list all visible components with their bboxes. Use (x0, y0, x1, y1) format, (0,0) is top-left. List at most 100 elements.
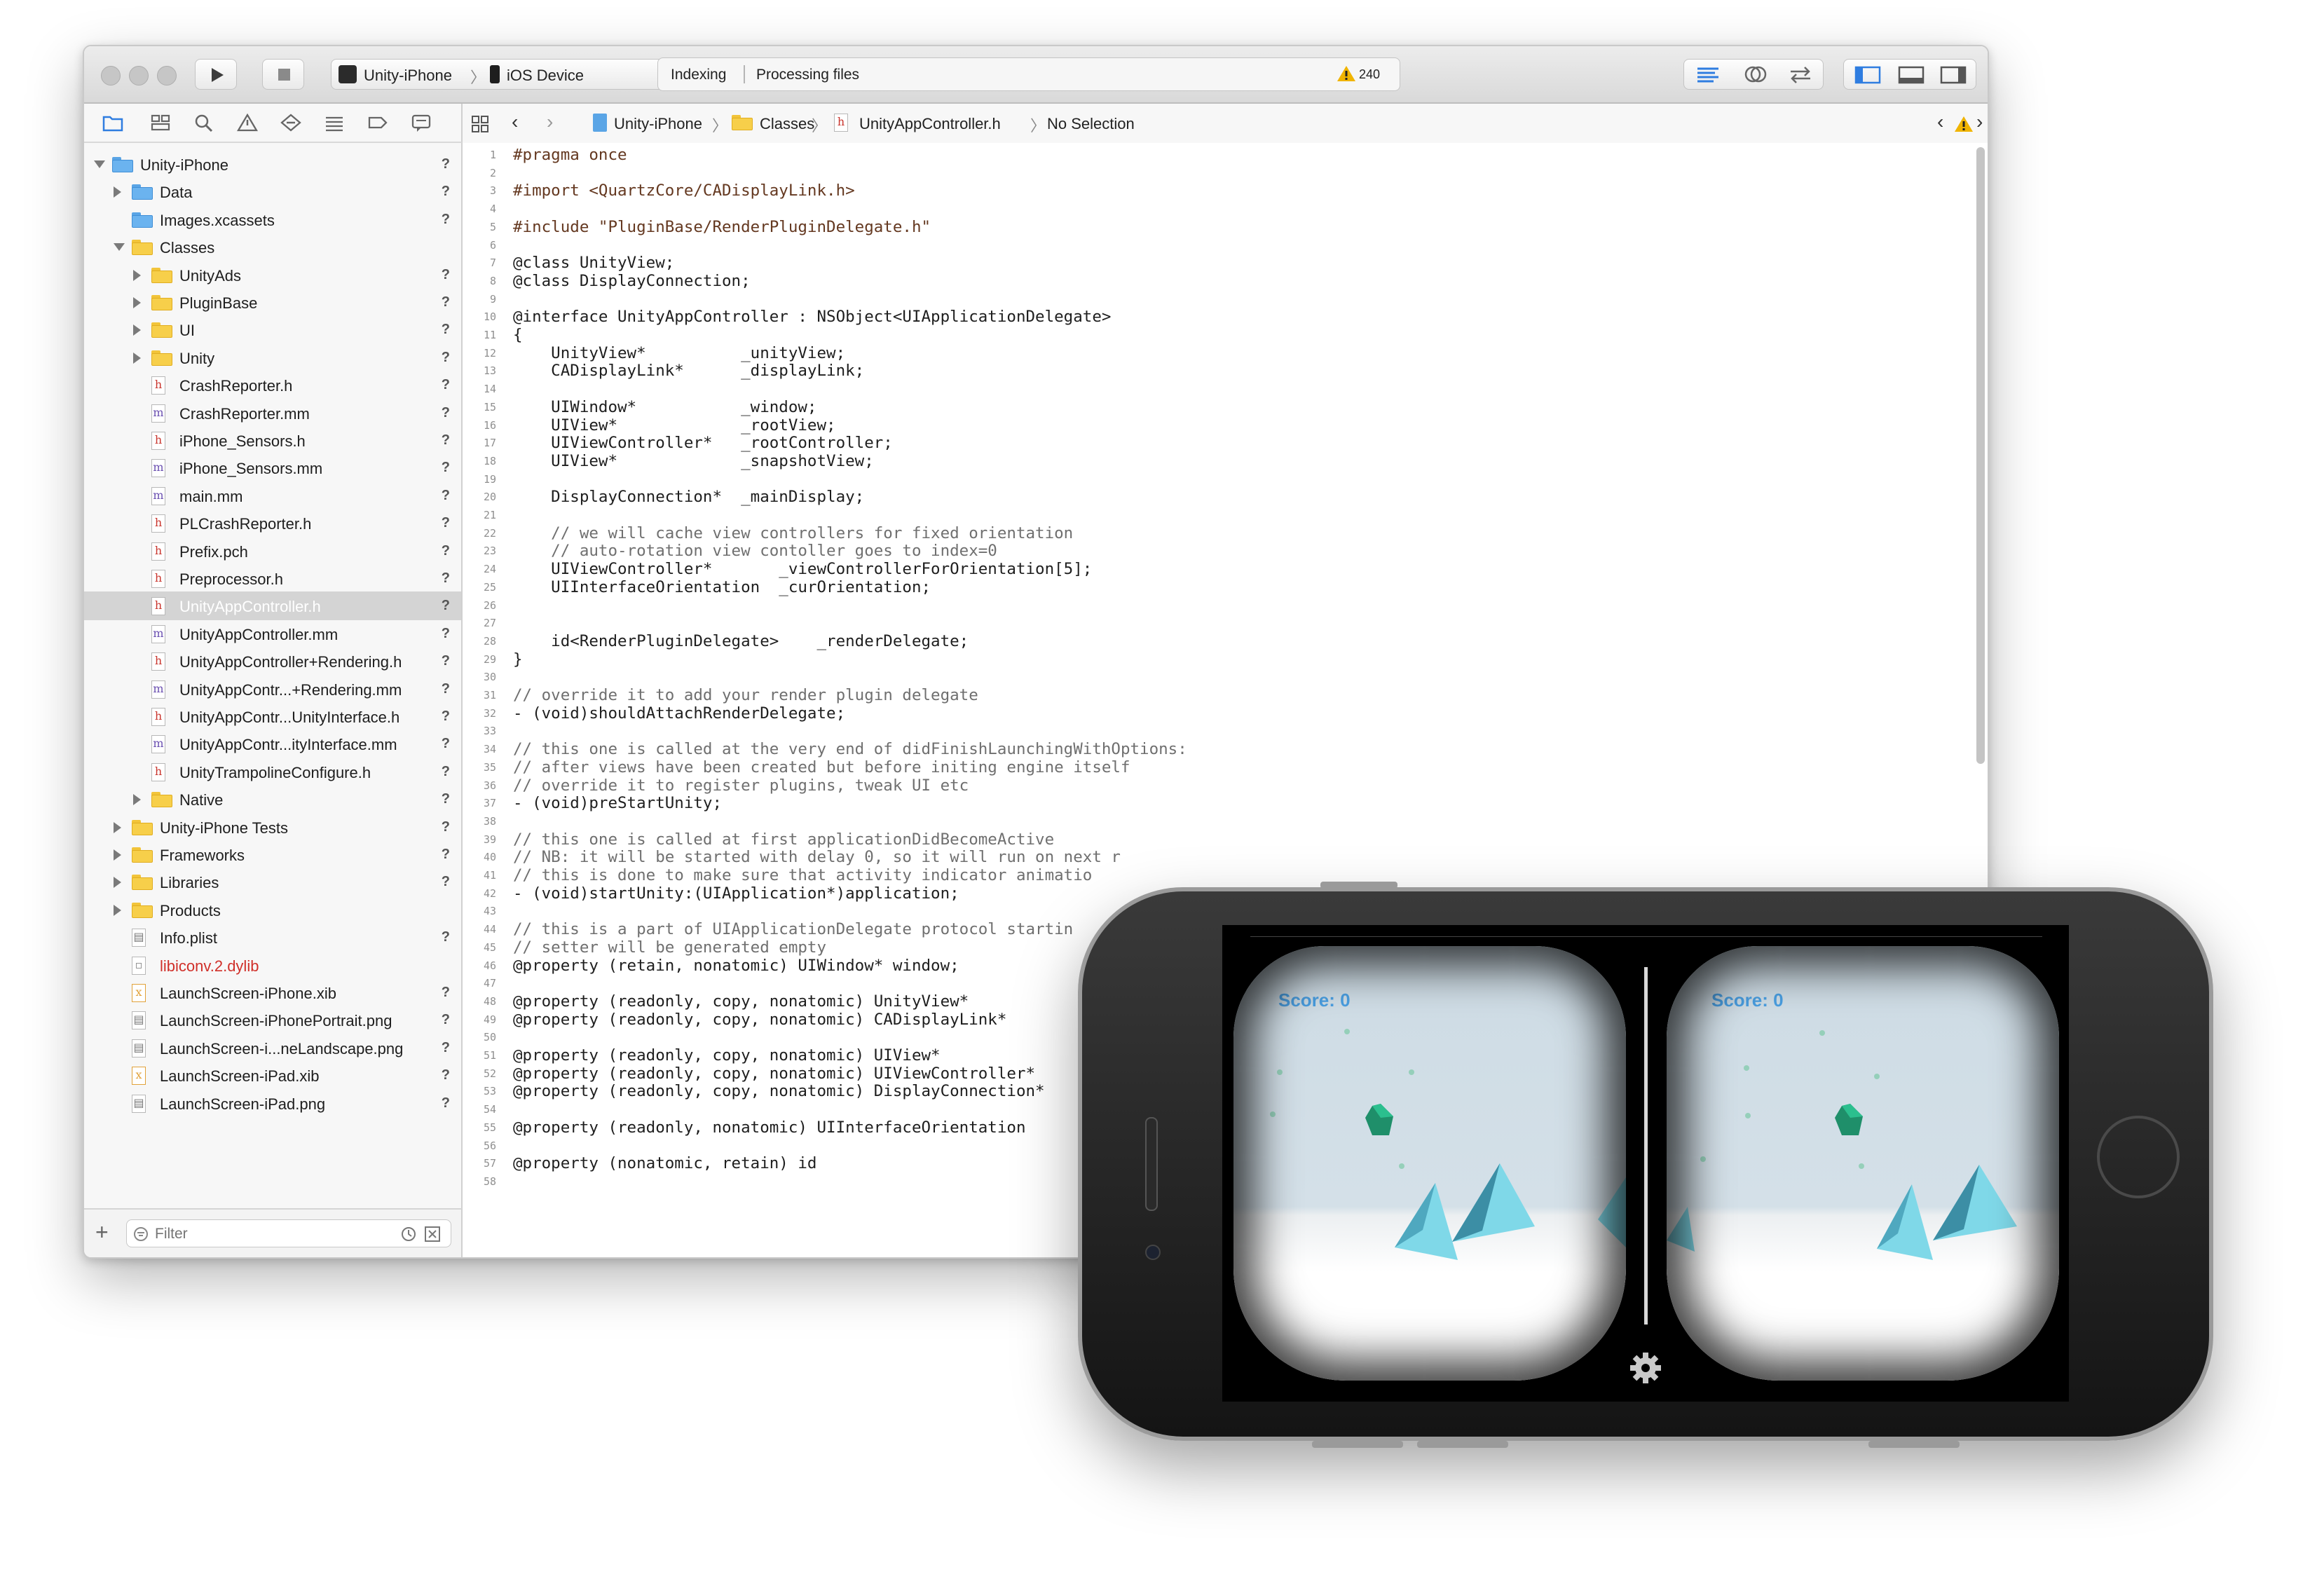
code-line[interactable]: // NB: it will be started with delay 0, … (513, 848, 1121, 866)
minimize-window-button[interactable] (129, 66, 149, 85)
assistant-editor-icon[interactable] (1742, 64, 1770, 85)
code-line[interactable]: CADisplayLink* _displayLink; (513, 362, 864, 380)
navigator-row[interactable]: Native? (84, 785, 461, 814)
code-line[interactable]: @property (readonly, copy, nonatomic) UI… (513, 1046, 941, 1065)
code-line[interactable]: UIView* _rootView; (513, 416, 835, 434)
navigator-row[interactable]: m CrashReporter.mm? (84, 399, 461, 427)
code-line[interactable]: #pragma once (513, 146, 627, 164)
zoom-window-button[interactable] (157, 66, 177, 85)
disclosure-closed-icon[interactable] (133, 269, 141, 281)
disclosure-closed-icon[interactable] (114, 186, 121, 198)
disclosure-closed-icon[interactable] (133, 794, 141, 806)
navigator-row[interactable]: UnityAds? (84, 261, 461, 289)
related-items-icon[interactable] (471, 115, 489, 133)
code-line[interactable]: // override it to register plugins, twea… (513, 776, 969, 795)
code-line[interactable]: // auto-rotation view contoller goes to … (513, 542, 997, 560)
navigator-row[interactable]: ▤ LaunchScreen-iPad.png? (84, 1089, 461, 1118)
code-line[interactable]: } (513, 650, 523, 669)
navigator-row[interactable]: h UnityTrampolineConfigure.h? (84, 758, 461, 786)
disclosure-closed-icon[interactable] (114, 849, 121, 861)
stop-button[interactable] (262, 59, 304, 90)
run-button[interactable] (195, 59, 237, 90)
project-navigator-icon[interactable] (102, 114, 123, 132)
code-line[interactable]: #include "PluginBase/RenderPluginDelegat… (513, 218, 931, 236)
find-navigator-icon[interactable] (193, 114, 214, 132)
settings-gear-icon[interactable] (1627, 1350, 1664, 1386)
code-line[interactable]: @interface UnityAppController : NSObject… (513, 308, 1111, 326)
next-issue-icon[interactable]: › (1976, 111, 1983, 133)
navigator-row[interactable]: h PLCrashReporter.h? (84, 509, 461, 538)
navigator-row[interactable]: h UnityAppController.h? (84, 591, 461, 621)
code-line[interactable]: // override it to add your render plugin… (513, 686, 978, 704)
warning-indicator[interactable] (1337, 64, 1356, 87)
code-line[interactable]: UIView* _snapshotView; (513, 452, 874, 470)
navigator-row[interactable]: Unity-iPhone? (84, 150, 461, 179)
previous-issue-icon[interactable]: ‹ (1937, 111, 1943, 133)
code-line[interactable]: DisplayConnection* _mainDisplay; (513, 488, 864, 506)
navigator-row[interactable]: h CrashReporter.h? (84, 371, 461, 399)
code-line[interactable]: // this is done to make sure that activi… (513, 866, 1092, 884)
breakpoint-navigator-icon[interactable] (367, 114, 388, 132)
code-line[interactable]: UIViewController* _viewControllerForOrie… (513, 560, 1092, 578)
debug-navigator-icon[interactable] (324, 114, 345, 132)
symbol-navigator-icon[interactable] (150, 114, 171, 132)
back-arrow-icon[interactable]: ‹ (512, 111, 518, 133)
navigator-row[interactable]: Data? (84, 177, 461, 206)
issue-navigator-icon[interactable] (237, 114, 258, 132)
code-line[interactable]: @property (readonly, copy, nonatomic) Un… (513, 992, 969, 1011)
warning-icon[interactable] (1954, 115, 1974, 133)
filter-field[interactable] (126, 1219, 451, 1247)
navigator-row[interactable]: Images.xcassets? (84, 205, 461, 234)
forward-arrow-icon[interactable]: › (547, 111, 553, 133)
code-line[interactable]: @property (nonatomic, retain) id (513, 1154, 816, 1172)
report-navigator-icon[interactable] (411, 114, 432, 132)
navigator-row[interactable]: h Preprocessor.h? (84, 564, 461, 593)
disclosure-open-icon[interactable] (114, 243, 125, 252)
add-icon[interactable]: + (95, 1219, 109, 1245)
navigator-row[interactable]: Products (84, 896, 461, 924)
breadcrumb-file[interactable]: UnityAppController.h (859, 115, 1001, 133)
code-line[interactable]: UnityView* _unityView; (513, 344, 845, 362)
navigator-row[interactable]: Libraries? (84, 868, 461, 896)
code-line[interactable]: @property (readonly, copy, nonatomic) Di… (513, 1082, 1045, 1100)
code-line[interactable]: UIWindow* _window; (513, 398, 816, 416)
navigator-row[interactable]: x LaunchScreen-iPhone.xib? (84, 978, 461, 1007)
close-window-button[interactable] (101, 66, 121, 85)
code-line[interactable]: // this one is called at first applicati… (513, 830, 1054, 849)
navigator-row[interactable]: Classes (84, 233, 461, 261)
code-line[interactable]: id<RenderPluginDelegate> _renderDelegate… (513, 632, 969, 650)
navigator-row[interactable]: Unity-iPhone Tests? (84, 813, 461, 842)
disclosure-open-icon[interactable] (94, 160, 105, 168)
navigator-row[interactable]: UI? (84, 315, 461, 344)
code-line[interactable]: - (void)preStartUnity; (513, 794, 722, 812)
code-line[interactable]: UIInterfaceOrientation _curOrientation; (513, 578, 931, 596)
navigator-row[interactable]: h UnityAppController+Rendering.h? (84, 647, 461, 676)
navigator-row[interactable]: h Prefix.pch? (84, 537, 461, 566)
navigator-row[interactable]: h UnityAppContr...UnityInterface.h? (84, 702, 461, 731)
code-line[interactable]: - (void)startUnity:(UIApplication*)appli… (513, 884, 959, 903)
navigator-row[interactable]: x LaunchScreen-iPad.xib? (84, 1061, 461, 1090)
scm-filter-icon[interactable] (424, 1226, 441, 1243)
disclosure-closed-icon[interactable] (133, 352, 141, 364)
debug-area-toggle-icon[interactable] (1897, 65, 1925, 88)
home-button[interactable] (2097, 1116, 2180, 1198)
navigator-row[interactable]: m UnityAppContr...+Rendering.mm? (84, 675, 461, 704)
navigator-row[interactable]: PluginBase? (84, 288, 461, 317)
navigator-row[interactable]: ▤ LaunchScreen-iPhonePortrait.png? (84, 1006, 461, 1034)
scheme-selector[interactable]: Unity-iPhone 〉 iOS Device (331, 59, 684, 90)
standard-editor-icon[interactable] (1694, 64, 1722, 85)
code-line[interactable]: // this one is called at the very end of… (513, 740, 1187, 758)
code-line[interactable]: @class UnityView; (513, 254, 674, 272)
disclosure-closed-icon[interactable] (114, 821, 121, 833)
navigator-row[interactable]: Frameworks? (84, 840, 461, 869)
recent-files-clock-icon[interactable] (400, 1226, 417, 1243)
vertical-scrollbar[interactable] (1976, 147, 1985, 764)
utilities-toggle-icon[interactable] (1939, 65, 1967, 88)
code-line[interactable]: @property (retain, nonatomic) UIWindow* … (513, 957, 959, 975)
disclosure-closed-icon[interactable] (114, 877, 121, 889)
navigator-row[interactable]: m iPhone_Sensors.mm? (84, 453, 461, 482)
code-line[interactable]: @property (readonly, copy, nonatomic) CA… (513, 1011, 1006, 1029)
filter-input[interactable] (153, 1224, 395, 1244)
code-line[interactable]: // setter will be generated empty (513, 938, 826, 957)
code-line[interactable]: UIViewController* _rootController; (513, 434, 893, 452)
